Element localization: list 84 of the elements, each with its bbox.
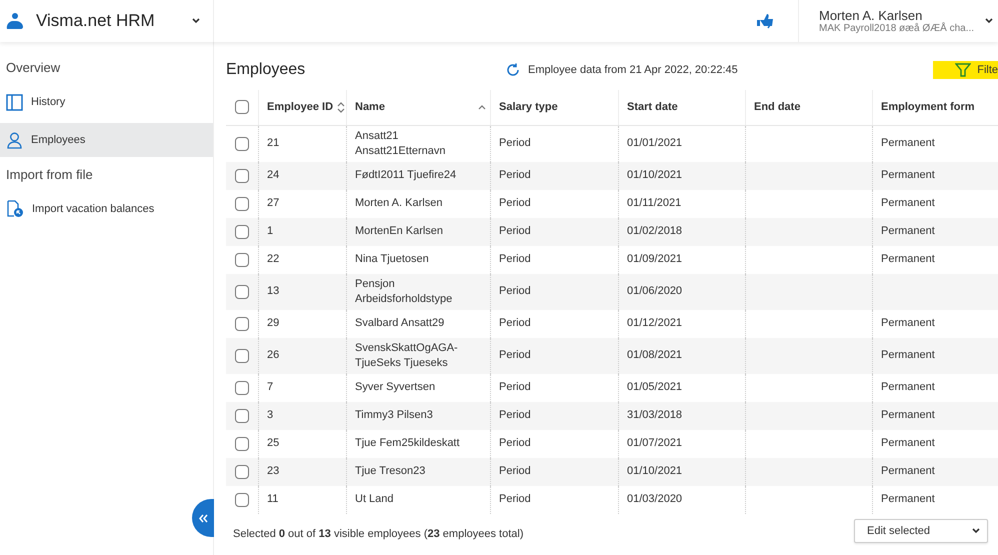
filter-button[interactable]: Filte: [933, 60, 998, 79]
table-cell: Period: [499, 436, 531, 452]
table-cell: 26: [267, 348, 280, 364]
table-cell-text: Pensjon Arbeidsforholdstype: [355, 276, 454, 307]
table-cell: 01/02/2018: [627, 224, 682, 240]
table-cell: Tjue Fem25kildeskatt: [355, 436, 460, 452]
edit-selected-dropdown[interactable]: Edit selected: [854, 519, 988, 544]
table-cell: 01/03/2020: [627, 492, 682, 508]
table-cell: Period: [499, 348, 531, 364]
user-name: Morten A. Karlsen: [819, 8, 922, 23]
table-cell: 7: [267, 380, 274, 396]
sidebar-item[interactable]: History: [0, 85, 213, 119]
table-cell: Svalbard Ansatt29: [355, 316, 444, 332]
sidebar-item[interactable]: Employees: [0, 123, 213, 157]
table-cell: Permanent: [881, 224, 935, 240]
table-cell: 01/11/2021: [627, 196, 682, 212]
table-cell: Period: [499, 380, 531, 396]
table-cell: 01/12/2021: [627, 316, 682, 332]
table-cell: Period: [499, 284, 531, 300]
table-cell: 01/05/2021: [627, 380, 682, 396]
table-cell: Nina Tjuetosen: [355, 252, 429, 268]
table-cell: Period: [499, 464, 531, 480]
table-cell: Period: [499, 168, 531, 184]
table-cell: Permanent: [881, 464, 935, 480]
table-cell: 11: [267, 492, 278, 508]
table-cell: Permanent: [881, 348, 935, 364]
table-cell: MortenEn Karlsen: [355, 224, 444, 240]
table-cell-text: SvenskSkattOgAGA-TjueSeks Tjueseks: [355, 340, 459, 371]
table-cell: 29: [267, 316, 280, 332]
table-cell: Period: [499, 224, 531, 240]
table-cell: Period: [499, 252, 531, 268]
table-cell: Permanent: [881, 380, 935, 396]
table-cell: Tjue Treson23: [355, 464, 426, 480]
column-header[interactable]: Employment form: [872, 90, 998, 125]
table-cell: 24: [267, 168, 280, 184]
table-cell: Syver Syvertsen: [355, 380, 436, 396]
column-header[interactable]: Employee ID: [258, 90, 346, 125]
table-cell: 27: [267, 196, 280, 212]
table-cell: 23: [267, 464, 280, 480]
data-timestamp: Employee data from 21 Apr 2022, 20:22:45: [528, 64, 738, 76]
table-cell: 22: [267, 252, 280, 268]
table-cell: 3: [267, 408, 274, 424]
table-cell: 01/10/2021: [627, 464, 682, 480]
table-cell: Ut Land: [355, 492, 394, 508]
table-cell-text: Ansatt21 Ansatt21Etternavn: [355, 128, 447, 159]
table-cell: 01/09/2021: [627, 252, 682, 268]
page-title: Employees: [226, 60, 306, 79]
table-cell: Permanent: [881, 136, 935, 152]
company-name: MAK Payroll2018 øæå ØÆÅ cha...: [819, 23, 976, 34]
table-cell: FødtI2011 Tjuefire24: [355, 168, 456, 184]
table-cell: Timmy3 Pilsen3: [355, 408, 433, 424]
table-cell: 01/01/2021: [627, 136, 682, 152]
table-cell: 1: [267, 224, 274, 240]
table-cell: Period: [499, 196, 531, 212]
column-header[interactable]: End date: [745, 90, 872, 125]
table-cell: 21: [267, 136, 280, 152]
table-cell: Period: [499, 316, 531, 332]
user-menu[interactable]: Morten A. Karlsen MAK Payroll2018 øæå ØÆÅ cha...: [798, 0, 998, 42]
sidebar-heading: Overview: [5, 59, 62, 77]
table-cell: 01/08/2021: [627, 348, 682, 364]
table-cell: 31/03/2018: [627, 408, 682, 424]
selection-summary: Selected 0 out of 13 visible employees (23 employees total): [233, 528, 524, 540]
app-title: Visma.net HRM: [36, 11, 156, 31]
sidebar-item[interactable]: Import vacation balances: [0, 192, 213, 226]
column-header[interactable]: Name: [346, 90, 490, 125]
table-cell: 01/07/2021: [627, 436, 682, 452]
table-cell: Period: [499, 492, 531, 508]
table-cell: 01/10/2021: [627, 168, 682, 184]
table-cell: Permanent: [881, 408, 935, 424]
table-cell: Period: [499, 408, 531, 424]
table-cell: Permanent: [881, 196, 935, 212]
sidebar-heading: Import from file: [5, 166, 94, 184]
table-cell: 25: [267, 436, 280, 452]
table-cell: Permanent: [881, 168, 935, 184]
table-cell: Permanent: [881, 436, 935, 452]
table-cell: Morten A. Karlsen: [355, 196, 442, 212]
table-cell: 13: [267, 284, 280, 300]
table-cell: Period: [499, 136, 531, 152]
table-cell: Permanent: [881, 492, 935, 508]
table-cell: Permanent: [881, 316, 935, 332]
table-cell: Permanent: [881, 252, 935, 268]
column-header[interactable]: Salary type: [490, 90, 618, 125]
column-header[interactable]: Start date: [618, 90, 745, 125]
table-cell: 01/06/2020: [627, 284, 682, 300]
